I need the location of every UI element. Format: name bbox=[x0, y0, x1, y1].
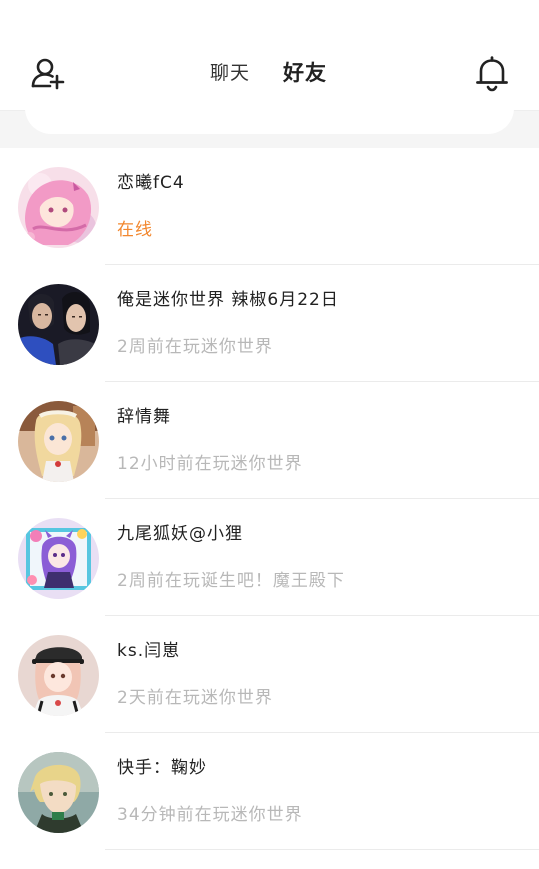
friend-status: 在线 bbox=[117, 220, 153, 240]
friend-row[interactable]: 九尾狐妖@小狸 2周前在玩诞生吧！魔王殿下 bbox=[0, 499, 539, 616]
tab-chat[interactable]: 聊天 bbox=[210, 60, 250, 86]
friend-status: 2天前在玩迷你世界 bbox=[117, 688, 273, 708]
friend-name: 九尾狐妖@小狸 bbox=[117, 524, 243, 544]
avatar bbox=[18, 752, 99, 833]
avatar bbox=[18, 167, 99, 248]
bell-icon bbox=[476, 56, 508, 92]
add-user-icon bbox=[31, 58, 65, 90]
avatar bbox=[18, 401, 99, 482]
friend-status: 12小时前在玩迷你世界 bbox=[117, 454, 303, 474]
friend-list: 恋曦fC4 在线 俺是迷你世界 辣椒6月22日 2周前在玩迷你世界 辞情舞 12… bbox=[0, 148, 539, 850]
search-area bbox=[0, 101, 539, 148]
friend-row[interactable]: ks.闫崽 2天前在玩迷你世界 bbox=[0, 616, 539, 733]
friend-name: 快手：鞠妙 bbox=[117, 758, 207, 778]
friend-name: 辞情舞 bbox=[117, 407, 171, 427]
notifications-button[interactable] bbox=[474, 55, 510, 93]
tab-friends[interactable]: 好友 bbox=[283, 60, 327, 86]
friend-name: 恋曦fC4 bbox=[117, 173, 185, 193]
friend-status: 2周前在玩诞生吧！魔王殿下 bbox=[117, 571, 345, 591]
friend-status: 34分钟前在玩迷你世界 bbox=[117, 805, 303, 825]
friend-name: ks.闫崽 bbox=[117, 641, 181, 661]
friend-row[interactable]: 辞情舞 12小时前在玩迷你世界 bbox=[0, 382, 539, 499]
friend-row[interactable]: 快手：鞠妙 34分钟前在玩迷你世界 bbox=[0, 733, 539, 850]
avatar bbox=[18, 284, 99, 365]
add-friend-button[interactable] bbox=[30, 56, 66, 92]
friend-row[interactable]: 俺是迷你世界 辣椒6月22日 2周前在玩迷你世界 bbox=[0, 265, 539, 382]
row-divider bbox=[105, 849, 539, 850]
friend-name: 俺是迷你世界 辣椒6月22日 bbox=[117, 290, 339, 310]
friend-row[interactable]: 恋曦fC4 在线 bbox=[0, 148, 539, 265]
avatar bbox=[18, 635, 99, 716]
search-bar[interactable] bbox=[25, 101, 514, 134]
top-bar: 聊天 好友 bbox=[0, 0, 539, 111]
friend-status: 2周前在玩迷你世界 bbox=[117, 337, 273, 357]
avatar bbox=[18, 518, 99, 599]
